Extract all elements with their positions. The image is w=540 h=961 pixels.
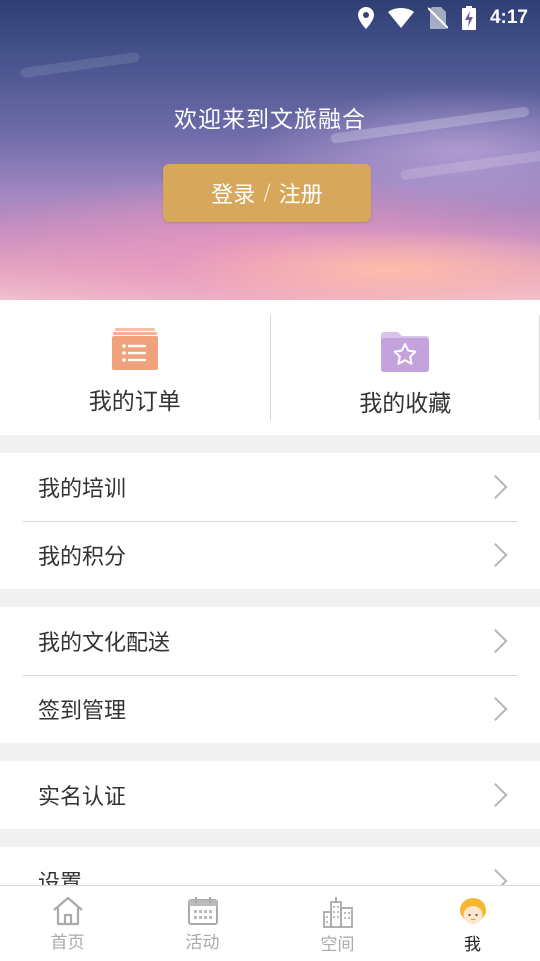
my-favorites-button[interactable]: 我的收藏: [271, 300, 540, 435]
home-icon: [51, 896, 85, 926]
buildings-icon: [322, 896, 354, 928]
my-orders-button[interactable]: 我的订单: [0, 300, 270, 435]
menu-item-real-name[interactable]: 实名认证: [0, 761, 540, 829]
my-orders-label: 我的订单: [89, 382, 181, 416]
cloud-streak: [20, 52, 140, 79]
nav-tab-activities[interactable]: 活动: [135, 886, 270, 961]
menu-group-identity: 实名认证: [0, 761, 540, 829]
chevron-right-icon: [483, 783, 507, 807]
chevron-right-icon: [483, 629, 507, 653]
menu-item-culture-delivery[interactable]: 我的文化配送: [0, 607, 540, 675]
menu-group-learning: 我的培训 我的积分: [0, 453, 540, 589]
chevron-right-icon: [483, 697, 507, 721]
cloud-streak: [400, 150, 540, 181]
chevron-right-icon: [483, 543, 507, 567]
profile-header: 4:17 欢迎来到文旅融合 登录 / 注册: [0, 0, 540, 300]
menu-item-label: 我的文化配送: [38, 625, 170, 657]
location-icon: [358, 7, 374, 29]
user-avatar-icon: [457, 896, 489, 928]
nav-tab-home[interactable]: 首页: [0, 886, 135, 961]
menu-group-services: 我的文化配送 签到管理: [0, 607, 540, 743]
register-label[interactable]: 注册: [279, 177, 323, 209]
nav-tab-label: 我: [464, 930, 481, 955]
welcome-title: 欢迎来到文旅融合: [0, 100, 540, 134]
calendar-icon: [187, 896, 219, 926]
nav-tab-label: 活动: [186, 928, 220, 953]
my-favorites-label: 我的收藏: [359, 384, 451, 418]
nav-tab-label: 首页: [51, 928, 85, 953]
nav-tab-space[interactable]: 空间: [270, 886, 405, 961]
no-sim-icon: [428, 7, 448, 29]
menu-item-label: 实名认证: [38, 779, 126, 811]
orders-icon: [112, 328, 158, 370]
login-register-button[interactable]: 登录 / 注册: [163, 164, 371, 222]
status-bar: 4:17: [0, 0, 540, 36]
login-label[interactable]: 登录: [211, 177, 255, 209]
wifi-icon: [388, 8, 414, 28]
bottom-navigation: 首页 活动 空间 我: [0, 885, 540, 961]
favorites-icon: [380, 328, 430, 372]
login-separator: /: [263, 181, 270, 206]
menu-item-label: 我的积分: [38, 539, 126, 571]
chevron-right-icon: [483, 475, 507, 499]
nav-tab-me[interactable]: 我: [405, 886, 540, 961]
menu-item-checkin[interactable]: 签到管理: [0, 675, 540, 743]
menu-item-training[interactable]: 我的培训: [0, 453, 540, 521]
menu-item-label: 签到管理: [38, 693, 126, 725]
battery-charging-icon: [462, 6, 476, 30]
clock-time: 4:17: [490, 7, 528, 29]
menu-item-label: 我的培训: [38, 471, 126, 503]
menu-item-points[interactable]: 我的积分: [0, 521, 540, 589]
quick-actions: 我的订单 我的收藏: [0, 300, 540, 435]
nav-tab-label: 空间: [321, 930, 355, 955]
